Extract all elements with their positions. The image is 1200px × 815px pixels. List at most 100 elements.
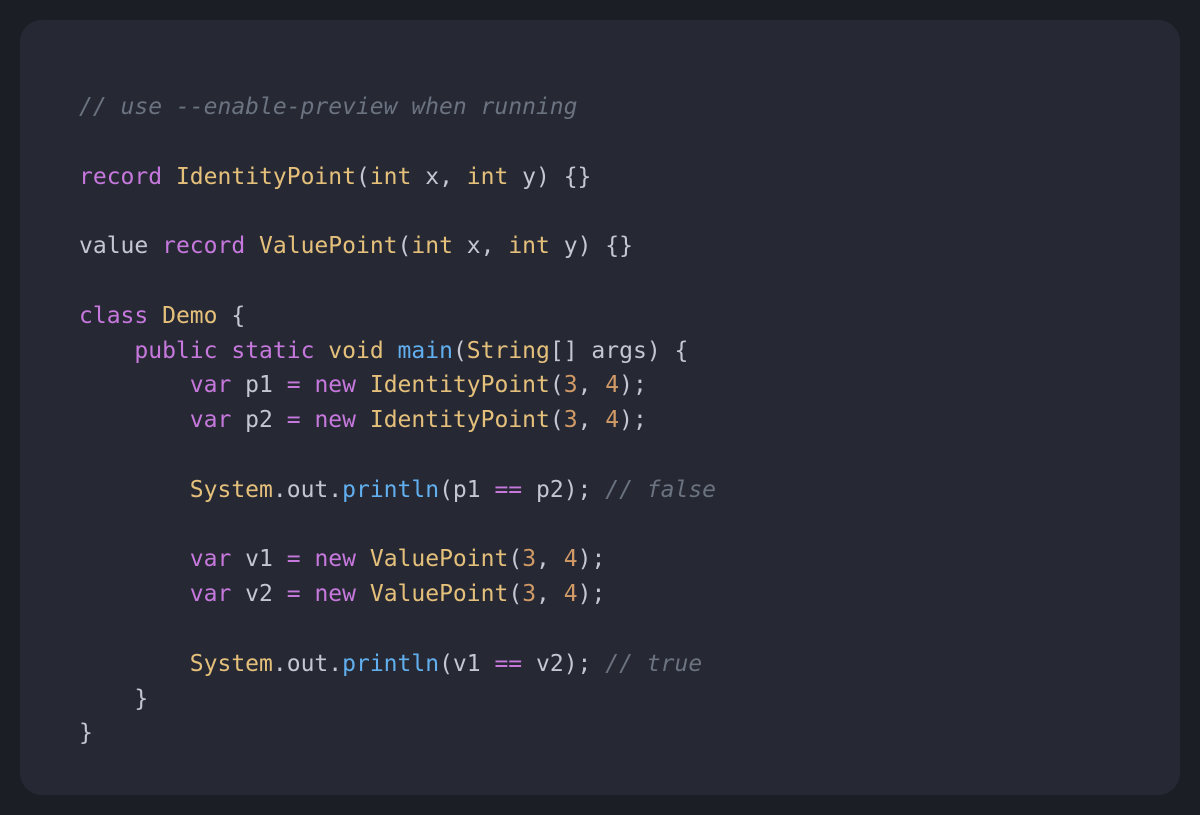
- code-token-text: ,: [577, 407, 606, 434]
- code-token-text: {: [217, 302, 246, 329]
- code-token-number: 4: [563, 581, 578, 608]
- code-token-text: value: [79, 233, 163, 260]
- code-token-number: 4: [605, 407, 620, 434]
- code-token-text: (: [549, 407, 564, 434]
- code-token-text: p2: [231, 407, 287, 434]
- code-token-text: y) {}: [508, 163, 592, 190]
- code-token-number: 4: [563, 546, 578, 573]
- code-token-type: IdentityPoint: [369, 372, 550, 399]
- code-token-text: p1: [231, 372, 287, 399]
- code-token-keyword: new: [314, 546, 356, 573]
- code-token-text: [] args) {: [549, 337, 689, 364]
- code-token-text: ,: [536, 581, 564, 608]
- code-line: }: [79, 682, 1180, 717]
- code-token-text: y) {}: [549, 233, 633, 260]
- code-token-keyword: new: [314, 372, 356, 399]
- code-token-text: (p1: [439, 476, 495, 503]
- code-token-text: (: [397, 233, 412, 260]
- code-token-text: v1: [231, 546, 287, 573]
- code-token-keyword: record: [162, 233, 246, 260]
- code-token-number: 3: [522, 546, 537, 573]
- code-token-operator: ==: [494, 650, 523, 677]
- code-token-type: IdentityPoint: [369, 407, 550, 434]
- code-token-type: void: [328, 337, 384, 364]
- code-token-comment: // use --enable-preview when running: [79, 94, 578, 120]
- code-token-text: (: [549, 372, 564, 399]
- code-line: value record ValuePoint(int x, int y) {}: [79, 229, 1180, 264]
- code-token-text: p2);: [522, 476, 606, 503]
- code-token-type: ValuePoint: [369, 581, 509, 608]
- code-token-type: System: [189, 650, 273, 677]
- code-block: // use --enable-preview when running reco…: [79, 90, 1180, 751]
- code-token-text: (: [452, 337, 467, 364]
- code-token-keyword: public: [134, 337, 218, 364]
- code-token-text: .out.: [272, 650, 343, 677]
- code-token-text: x,: [411, 163, 467, 190]
- code-token-text: v2: [231, 581, 287, 608]
- code-token-operator: =: [286, 581, 301, 608]
- code-token-type: System: [189, 476, 273, 503]
- code-token-type: ValuePoint: [259, 233, 398, 260]
- code-token-operator: ==: [494, 476, 523, 503]
- code-token-keyword: var: [189, 581, 232, 608]
- code-token-type: String: [466, 337, 550, 364]
- code-token-keyword: var: [189, 546, 232, 573]
- code-token-keyword: new: [314, 581, 356, 608]
- code-token-type: int: [508, 233, 550, 260]
- code-line: var v2 = new ValuePoint(3, 4);: [79, 577, 1180, 612]
- code-line: }: [79, 716, 1180, 751]
- code-token-type: int: [466, 163, 509, 190]
- code-token-number: 3: [563, 407, 578, 434]
- code-line: public static void main(String[] args) {: [79, 334, 1180, 369]
- code-token-text: );: [619, 407, 647, 434]
- code-token-function: println: [342, 650, 440, 677]
- code-line: class Demo {: [79, 299, 1180, 334]
- code-line: // use --enable-preview when running: [79, 90, 1180, 125]
- code-line: record IdentityPoint(int x, int y) {}: [79, 160, 1180, 195]
- code-line: var v1 = new ValuePoint(3, 4);: [79, 542, 1180, 577]
- code-token-text: (: [508, 546, 523, 573]
- code-token-function: main: [397, 337, 453, 364]
- code-token-comment: // true: [605, 650, 703, 677]
- code-token-comment: // false: [605, 476, 717, 503]
- code-token-type: Demo: [162, 302, 218, 329]
- code-token-text: );: [577, 546, 606, 573]
- code-line: var p1 = new IdentityPoint(3, 4);: [79, 368, 1180, 403]
- code-line: System.out.println(v1 == v2); // true: [79, 647, 1180, 682]
- code-token-text: }: [79, 685, 149, 712]
- code-line: var p2 = new IdentityPoint(3, 4);: [79, 403, 1180, 438]
- code-token-number: 3: [563, 372, 578, 399]
- code-token-text: ,: [577, 372, 606, 399]
- code-line: System.out.println(p1 == p2); // false: [79, 473, 1180, 508]
- code-token-keyword: new: [314, 407, 356, 434]
- code-token-number: 3: [522, 581, 537, 608]
- code-token-text: );: [577, 581, 606, 608]
- code-token-operator: =: [286, 546, 301, 573]
- code-token-keyword: var: [189, 372, 232, 399]
- code-token-keyword: class: [79, 302, 149, 329]
- code-token-type: ValuePoint: [369, 546, 509, 573]
